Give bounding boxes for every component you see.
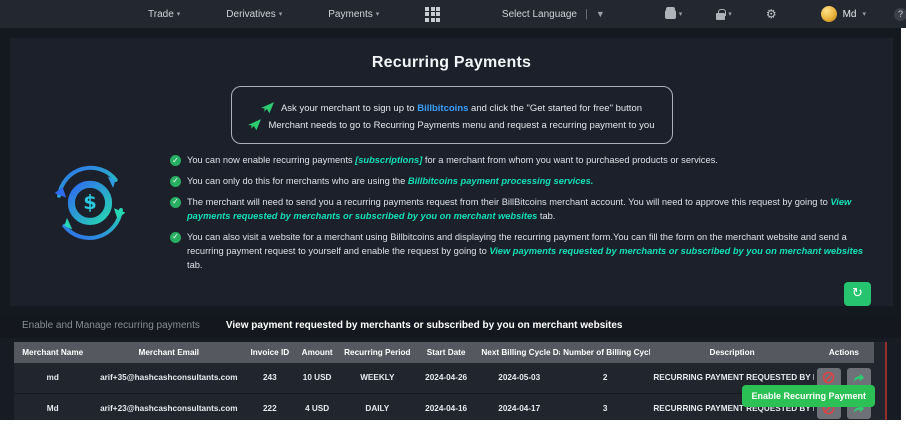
bullet-highlight: Billbitcoins payment processing services… — [407, 175, 594, 186]
block-icon — [823, 371, 835, 384]
col-actions: Actions — [813, 341, 874, 363]
col-num-cycles: Number of Billing Cycles — [560, 341, 651, 363]
recurring-cycle-graphic: $ — [10, 154, 170, 280]
paper-plane-icon — [260, 102, 274, 114]
window-edge — [0, 420, 906, 424]
nav-payments-label: Payments — [328, 8, 373, 20]
wallet-menu[interactable]: ▾ — [664, 6, 683, 19]
tab-view-requested[interactable]: View payment requested by merchants or s… — [226, 320, 623, 331]
window-edge — [901, 28, 906, 424]
nav-payments[interactable]: Payments ▾ — [328, 9, 379, 20]
dollar-cycle-icon: $ — [54, 165, 126, 240]
paper-plane-icon — [248, 119, 262, 131]
payments-table-wrap: Merchant Name Merchant Email Invoice ID … — [14, 341, 887, 424]
instruction-text-1: Ask your merchant to sign up to Billbitc… — [281, 103, 642, 114]
tab-enable-manage[interactable]: Enable and Manage recurring payments — [22, 320, 200, 331]
cell-amount: 10 USD — [293, 362, 341, 394]
nav-trade-label: Trade — [148, 8, 174, 20]
help-icon[interactable]: ? — [894, 7, 906, 21]
security-menu[interactable]: ▾ — [716, 8, 732, 20]
chevron-down-icon: ▾ — [678, 11, 683, 18]
chevron-down-icon: ▾ — [375, 11, 380, 18]
col-description: Description — [650, 341, 814, 363]
bullet-item: ✓ You can only do this for merchants who… — [170, 175, 879, 189]
chevron-down-icon: ▾ — [862, 11, 866, 18]
check-circle-icon: ✓ — [170, 196, 181, 208]
recurring-payments-panel: Recurring Payments Ask your merchant to … — [10, 38, 893, 306]
language-label: Select Language — [501, 8, 577, 20]
divider: | — [585, 8, 588, 20]
forward-arrow-icon — [853, 373, 865, 382]
bullet-text: tab. — [537, 210, 556, 221]
col-amount: Amount — [293, 341, 341, 363]
bullet-text: The merchant will need to send you a rec… — [187, 196, 831, 207]
bullet-list: ✓ You can now enable recurring payments … — [170, 154, 893, 280]
wallet-icon — [664, 6, 676, 19]
col-start-date: Start Date — [413, 341, 479, 363]
top-navbar: Trade ▾ Derivatives ▾ Payments ▾ Select … — [0, 0, 906, 28]
refresh-icon: ↻ — [852, 285, 863, 301]
check-circle-icon: ✓ — [170, 231, 181, 243]
language-selector[interactable]: Select Language | ▼ — [502, 8, 605, 20]
check-circle-icon: ✓ — [170, 175, 181, 187]
chevron-down-icon: ▾ — [176, 11, 181, 18]
chevron-down-icon: ▾ — [728, 11, 732, 18]
bullet-highlight-link[interactable]: View payments requested by merchants or … — [489, 246, 863, 256]
cell-num-cycles: 2 — [560, 362, 651, 394]
instructions-box: Ask your merchant to sign up to Billbitc… — [230, 86, 673, 144]
user-menu[interactable]: Md ▾ — [820, 6, 866, 22]
main-content: Recurring Payments Ask your merchant to … — [0, 28, 901, 424]
payments-table-section: Merchant Name Merchant Email Invoice ID … — [0, 337, 901, 424]
cell-recurring-period: WEEKLY — [340, 362, 414, 394]
text-pre: Ask your merchant to sign up to — [280, 102, 418, 114]
instruction-line-1: Ask your merchant to sign up to Billbitc… — [244, 102, 660, 114]
app-window: Trade ▾ Derivatives ▾ Payments ▾ Select … — [0, 0, 906, 424]
cell-next-billing: 2024-05-03 — [478, 362, 561, 394]
user-name: Md — [842, 8, 857, 20]
payments-table: Merchant Name Merchant Email Invoice ID … — [14, 341, 874, 424]
tabs-bar: Enable and Manage recurring payments Vie… — [0, 313, 901, 338]
col-merchant-email: Merchant Email — [91, 341, 247, 363]
text-post: and click the "Get started for free" but… — [468, 102, 643, 114]
bullet-text: for a merchant from whom you want to pur… — [422, 155, 718, 165]
lock-icon — [716, 8, 726, 20]
enable-recurring-payment-tooltip: Enable Recurring Payment — [742, 384, 875, 407]
chevron-down-icon: ▼ — [595, 9, 605, 19]
col-next-billing: Next Billing Cycle Date — [478, 341, 561, 363]
bullet-item: ✓ You can now enable recurring payments … — [170, 154, 879, 168]
cell-start-date: 2024-04-26 — [413, 362, 479, 394]
col-recurring-period: Recurring Period — [340, 341, 414, 363]
nav-trade[interactable]: Trade ▾ — [148, 9, 180, 20]
check-circle-icon: ✓ — [170, 155, 181, 166]
chevron-down-icon: ▾ — [278, 11, 283, 18]
page-title: Recurring Payments — [371, 54, 532, 71]
cell-merchant-name: md — [14, 362, 92, 394]
apps-grid-icon[interactable] — [425, 6, 441, 22]
bullet-text: You can only do this for merchants who a… — [187, 175, 408, 186]
instruction-text-2: Merchant needs to go to Recurring Paymen… — [268, 119, 655, 131]
bullet-text: You can now enable recurring payments — [187, 155, 356, 165]
billbitcoins-link[interactable]: Billbitcoins — [417, 103, 468, 114]
bullet-item: ✓ You can also visit a website for a mer… — [170, 231, 879, 273]
nav-derivatives-label: Derivatives — [226, 8, 276, 20]
nav-derivatives[interactable]: Derivatives ▾ — [226, 9, 282, 20]
avatar — [820, 6, 837, 22]
cell-merchant-email: arif+35@hashcashconsultants.com — [91, 362, 247, 394]
bullet-text: tab. — [187, 259, 203, 270]
cell-invoice-id: 243 — [246, 362, 294, 394]
bullet-highlight: [subscriptions] — [355, 155, 423, 165]
bullet-item: ✓ The merchant will need to send you a r… — [170, 196, 879, 224]
instruction-line-2: Merchant needs to go to Recurring Paymen… — [244, 119, 660, 131]
col-merchant-name: Merchant Name — [14, 341, 92, 363]
refresh-button[interactable]: ↻ — [844, 281, 871, 306]
col-invoice-id: Invoice ID — [246, 341, 294, 363]
svg-text:$: $ — [83, 191, 97, 214]
settings-gear-icon[interactable]: ⚙ — [766, 7, 777, 21]
table-header-row: Merchant Name Merchant Email Invoice ID … — [14, 341, 874, 363]
